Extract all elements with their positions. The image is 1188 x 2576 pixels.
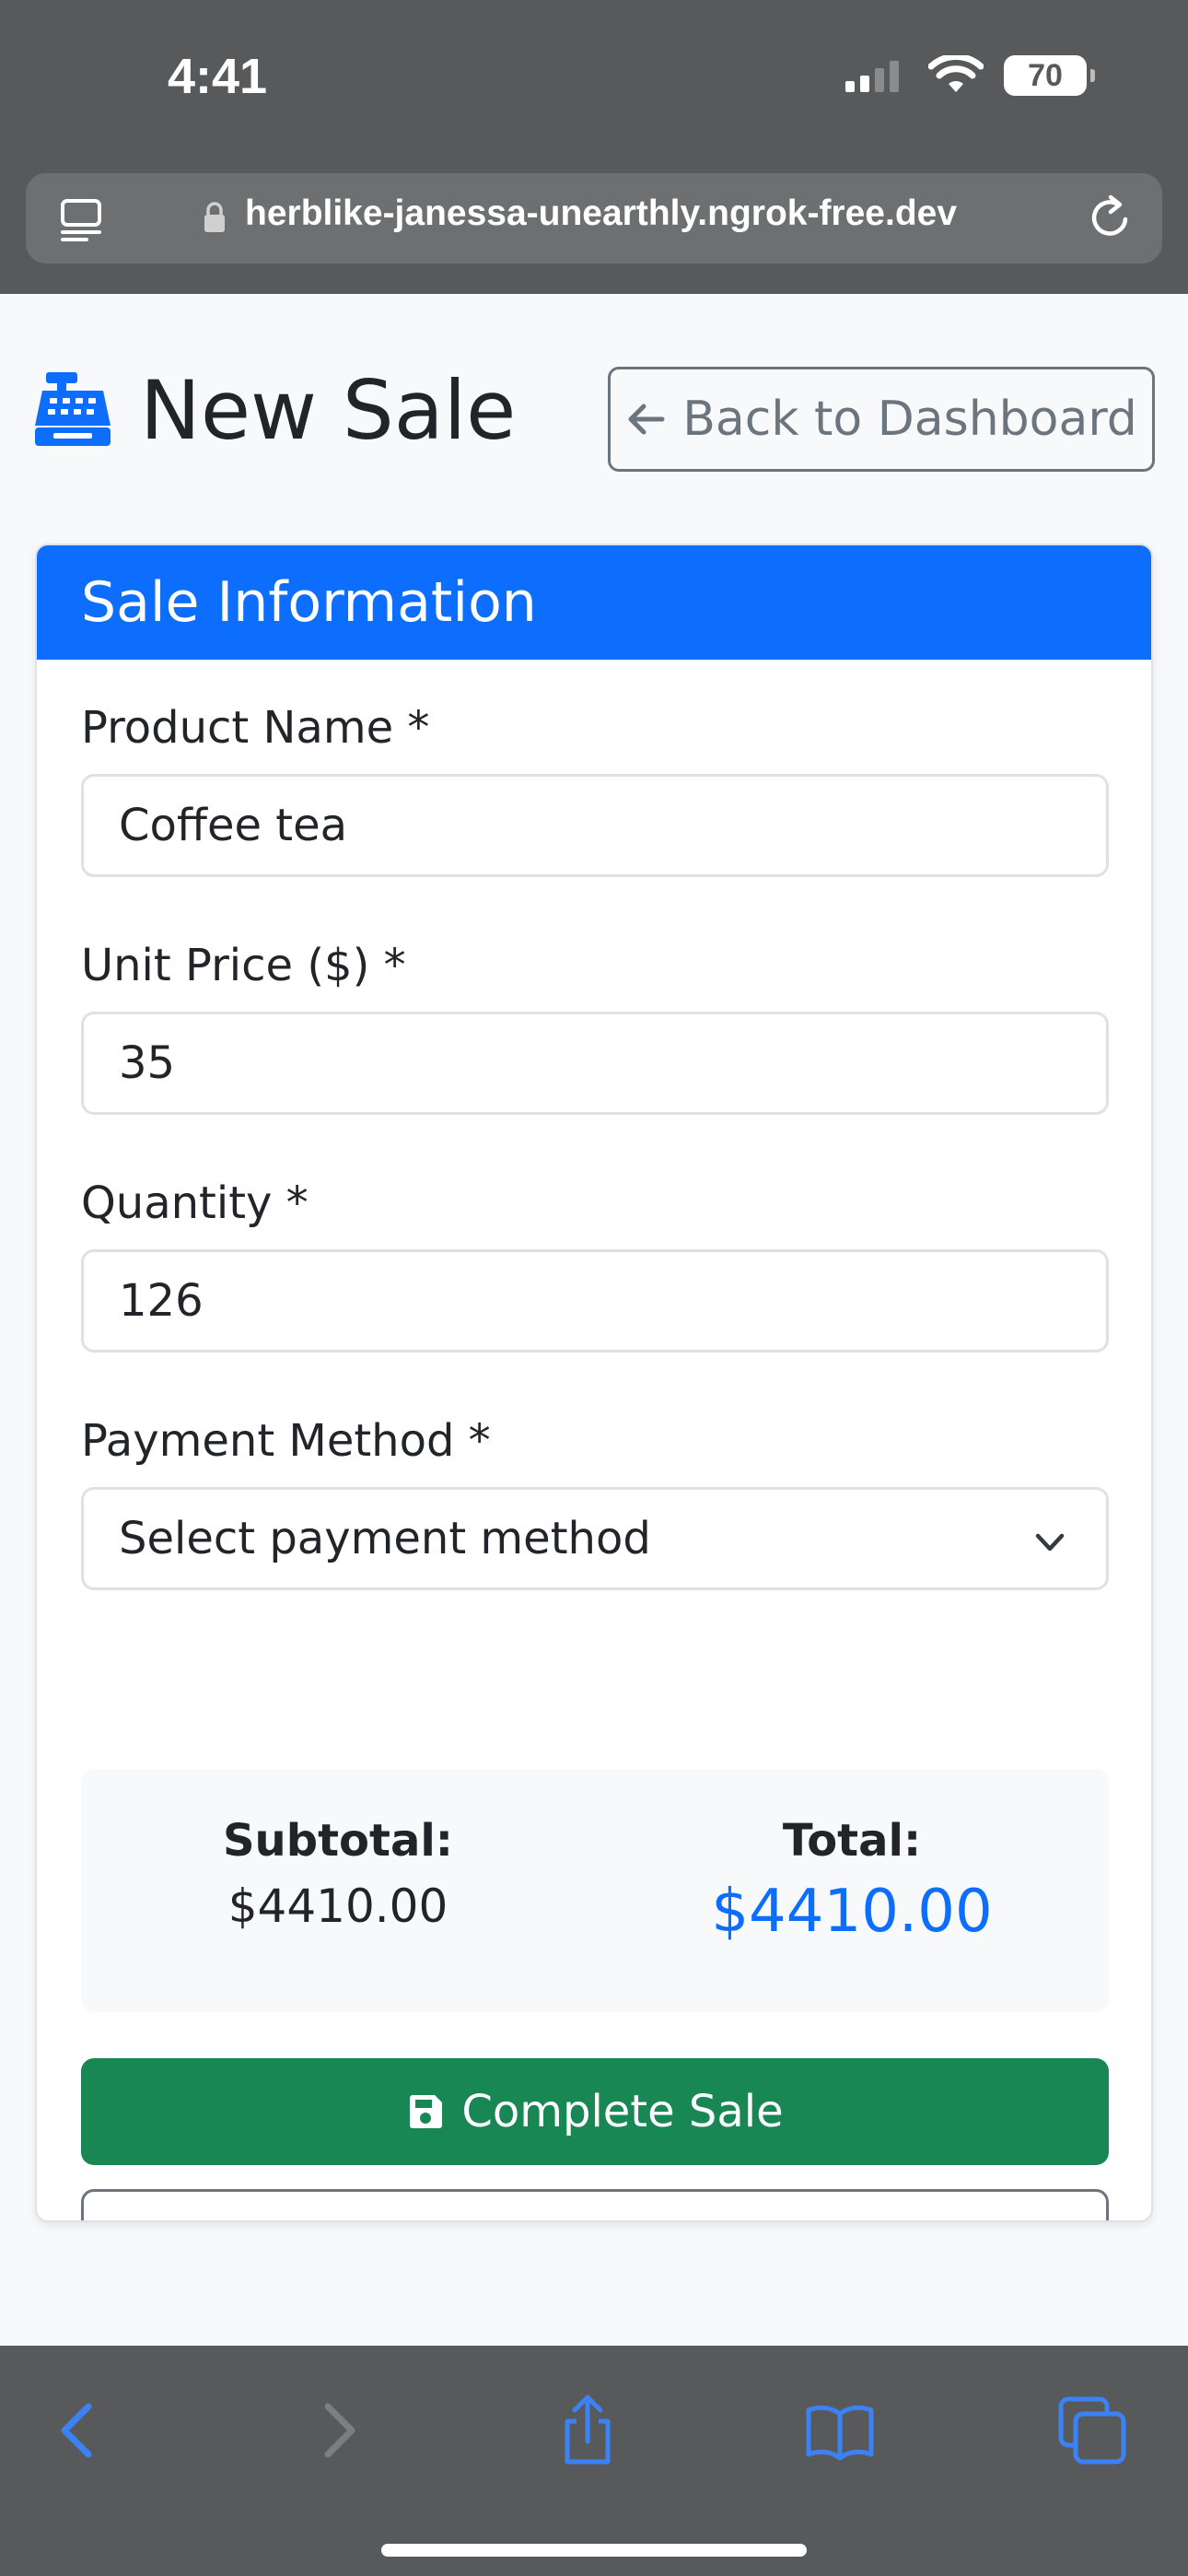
- total-block: Total: $4410.00: [595, 1815, 1109, 1946]
- back-to-dashboard-button[interactable]: Back to Dashboard: [608, 367, 1155, 472]
- cash-register-icon: [35, 372, 111, 446]
- wifi-icon: [928, 55, 984, 92]
- browser-bottom-toolbar: [0, 2346, 1188, 2576]
- unit-price-input[interactable]: 35: [81, 1012, 1109, 1115]
- complete-sale-button[interactable]: Complete Sale: [81, 2058, 1109, 2165]
- url-bar[interactable]: herblike-janessa-unearthly.ngrok-free.de…: [26, 173, 1162, 263]
- battery-icon: 70: [1004, 55, 1095, 96]
- page-menu-icon[interactable]: [57, 195, 105, 243]
- status-time: 4:41: [168, 49, 268, 104]
- payment-method-select[interactable]: Select payment method: [81, 1487, 1109, 1590]
- chevron-down-icon: [1035, 1533, 1065, 1551]
- payment-method-label: Payment Method *: [81, 1415, 491, 1467]
- status-icons: 70: [844, 55, 1095, 96]
- product-name-input[interactable]: Coffee tea: [81, 774, 1109, 877]
- page-header: New Sale Back to Dashboard: [33, 359, 1155, 479]
- url-text[interactable]: herblike-janessa-unearthly.ngrok-free.de…: [245, 193, 957, 234]
- browser-top-bar: 4:41 70 herblike-janessa-unearthly.ngrok…: [0, 0, 1188, 294]
- clear-form-button[interactable]: Clear Form: [81, 2189, 1109, 2220]
- subtotal-value: $4410.00: [227, 1879, 448, 1933]
- total-value: $4410.00: [711, 1878, 993, 1946]
- payment-method-value: Select payment method: [119, 1513, 651, 1564]
- card-header: Sale Information: [37, 545, 1151, 660]
- forward-arrow-icon[interactable]: [300, 2394, 374, 2467]
- clear-form-label: Clear Form: [487, 2214, 749, 2220]
- cellular-signal-icon: [845, 61, 899, 92]
- back-button-label: Back to Dashboard: [682, 392, 1137, 447]
- total-label: Total:: [782, 1815, 922, 1867]
- quantity-input[interactable]: 126: [81, 1249, 1109, 1352]
- complete-sale-label: Complete Sale: [461, 2086, 784, 2137]
- subtotal-block: Subtotal: $4410.00: [81, 1815, 595, 1933]
- share-icon[interactable]: [551, 2394, 624, 2467]
- sale-summary: Subtotal: $4410.00 Total: $4410.00: [81, 1769, 1109, 2012]
- unit-price-label: Unit Price ($) *: [81, 940, 406, 991]
- lock-icon: [204, 202, 225, 232]
- arrow-left-icon: [628, 404, 665, 435]
- save-icon: [410, 2095, 443, 2128]
- back-arrow-icon[interactable]: [42, 2394, 116, 2467]
- product-name-label: Product Name *: [81, 702, 430, 754]
- bookmarks-icon[interactable]: [803, 2394, 877, 2467]
- sale-information-card: Sale Information Product Name * Coffee t…: [35, 544, 1153, 2222]
- quantity-label: Quantity *: [81, 1177, 309, 1229]
- tabs-icon[interactable]: [1055, 2394, 1129, 2467]
- page-title: New Sale: [140, 363, 517, 458]
- home-indicator[interactable]: [381, 2544, 807, 2557]
- reload-icon[interactable]: [1085, 192, 1136, 243]
- subtotal-label: Subtotal:: [222, 1815, 453, 1867]
